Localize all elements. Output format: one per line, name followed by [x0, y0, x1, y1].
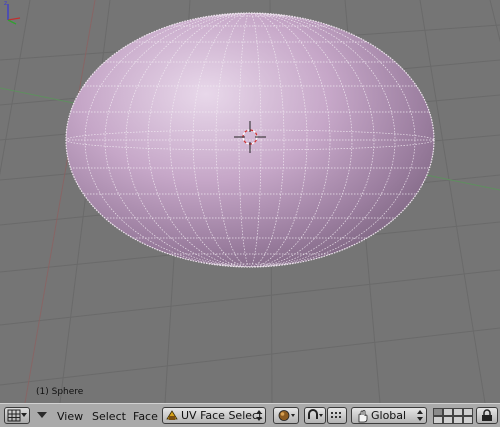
layer-3-button[interactable] — [453, 408, 463, 416]
lock-layers-button[interactable] — [476, 407, 498, 424]
layer-1-button[interactable] — [433, 408, 443, 416]
layer-5-button[interactable] — [433, 416, 443, 424]
layer-8-button[interactable] — [463, 416, 473, 424]
layer-7-button[interactable] — [453, 416, 463, 424]
mode-select[interactable]: UV Face Select — [162, 407, 266, 424]
menu-select[interactable]: Select — [92, 410, 126, 423]
menu-view[interactable]: View — [57, 410, 83, 423]
chevron-down-icon — [21, 413, 27, 417]
lock-icon — [482, 409, 492, 421]
window-type-button[interactable] — [4, 407, 30, 424]
object-name-label: (1) Sphere — [36, 387, 84, 397]
blender-window: z (1) Sphere View Select Face UV Face Se… — [0, 0, 500, 427]
menu-face[interactable]: Face — [133, 410, 158, 423]
pivot-button[interactable] — [304, 407, 326, 424]
updown-arrows-icon — [417, 410, 423, 421]
solid-sphere-icon — [278, 410, 295, 421]
hand-icon — [358, 410, 368, 423]
viewport-header: View Select Face UV Face Select Global — [0, 403, 500, 427]
layer-2-button[interactable] — [443, 408, 453, 416]
grid-icon — [7, 409, 21, 422]
axis-gizmo-icon: z — [4, 0, 21, 25]
mode-select-label: UV Face Select — [181, 409, 263, 422]
orientation-label: Global — [371, 409, 407, 422]
uv-face-select-icon — [166, 410, 178, 420]
layer-4-button[interactable] — [463, 408, 473, 416]
3d-viewport[interactable]: z (1) Sphere — [0, 0, 500, 403]
updown-arrows-icon — [256, 410, 262, 421]
transform-orientation-select[interactable]: Global — [351, 407, 427, 424]
pivot-icon — [308, 409, 323, 419]
sphere-mesh — [65, 12, 435, 268]
snap-button[interactable] — [327, 407, 347, 424]
collapse-menus-icon[interactable] — [37, 412, 47, 418]
viewport-scene — [0, 0, 500, 403]
snap-magnet-icon — [331, 412, 341, 418]
svg-text:z: z — [4, 0, 7, 7]
viewport-shading-button[interactable] — [273, 407, 299, 424]
layer-buttons[interactable] — [433, 408, 473, 424]
layer-6-button[interactable] — [443, 416, 453, 424]
